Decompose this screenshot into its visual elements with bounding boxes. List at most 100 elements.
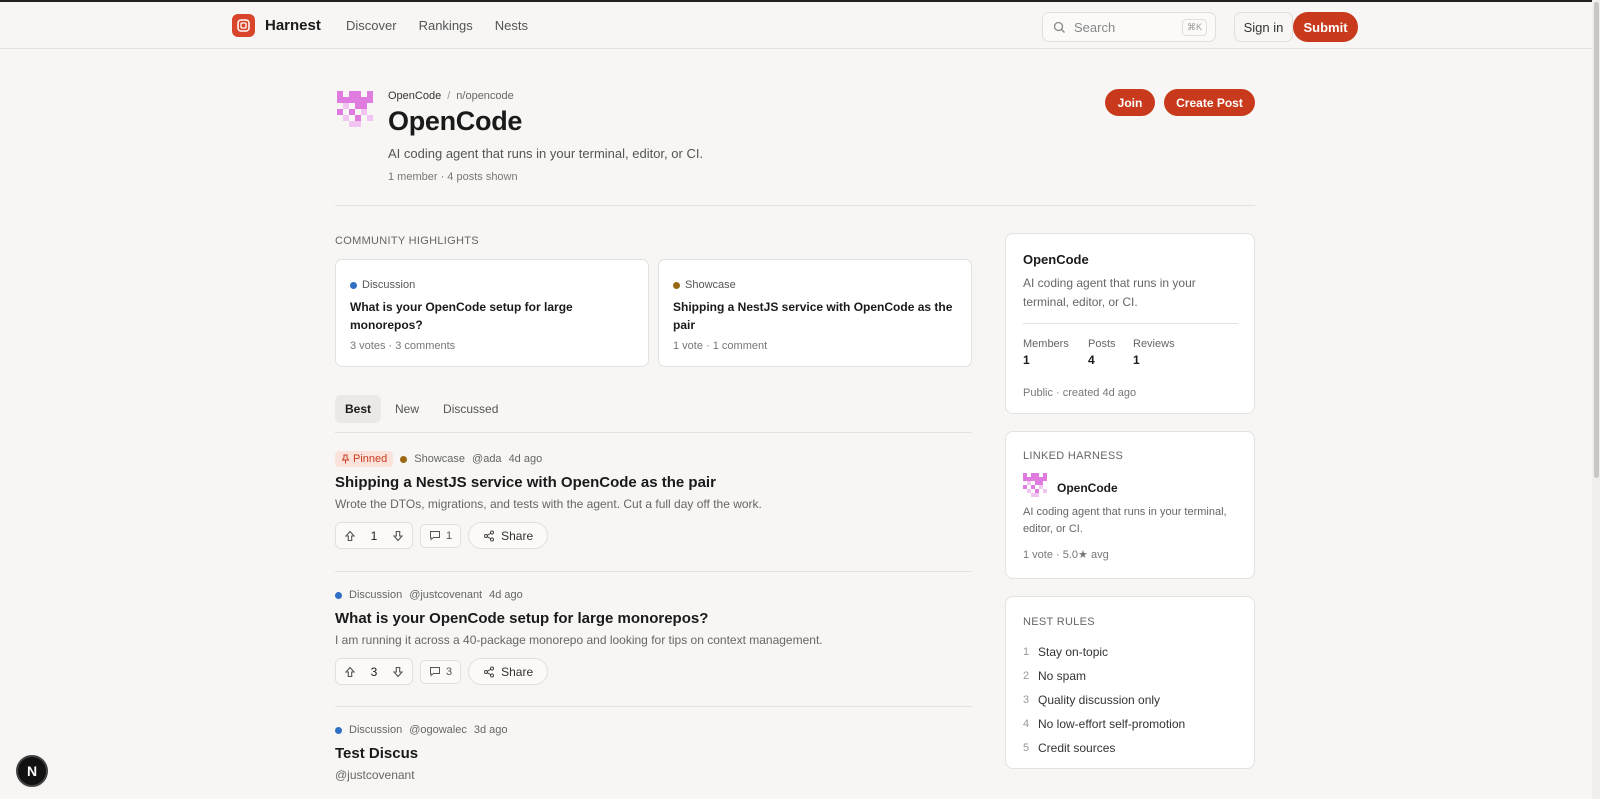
- share-icon: [483, 530, 495, 542]
- highlights-heading: COMMUNITY HIGHLIGHTS: [335, 235, 479, 247]
- category-dot-icon: [350, 281, 357, 289]
- sign-in-button[interactable]: Sign in: [1234, 12, 1293, 42]
- brand-name: Harnest: [265, 17, 321, 34]
- rules-heading: NEST RULES: [1023, 616, 1095, 628]
- join-button[interactable]: Join: [1105, 89, 1155, 116]
- linked-heading: LINKED HARNESS: [1023, 450, 1124, 462]
- nav-rankings[interactable]: Rankings: [419, 18, 473, 33]
- highlight-card[interactable]: Discussion What is your OpenCode setup f…: [335, 259, 649, 367]
- dev-tools-badge[interactable]: N: [16, 755, 48, 787]
- post-item: Pinned Showcase @ada 4d ago Shipping a N…: [335, 450, 972, 549]
- post-category[interactable]: Discussion: [349, 589, 402, 601]
- breadcrumb: OpenCode / n/opencode: [388, 90, 514, 102]
- linked-harness-link[interactable]: OpenCode: [1023, 473, 1118, 502]
- rules-list: 1 Stay on-topic 2 No spam 3 Quality discuss…: [1023, 640, 1185, 760]
- breadcrumb-nest[interactable]: OpenCode: [388, 90, 441, 102]
- category-dot-icon: [335, 591, 342, 599]
- post-excerpt: @justcovenant: [335, 768, 415, 782]
- rule-item: 2 No spam: [1023, 669, 1087, 683]
- search-placeholder: Search: [1074, 19, 1116, 35]
- category-dot-icon: [335, 726, 342, 734]
- vote-count: 3: [370, 664, 378, 679]
- divider: [335, 432, 972, 433]
- divider: [1023, 323, 1238, 324]
- page-title: OpenCode: [388, 106, 523, 136]
- vote-count: 1: [370, 528, 378, 543]
- about-description: AI coding agent that runs in your termin…: [1023, 276, 1196, 309]
- downvote-icon[interactable]: [392, 666, 404, 678]
- linked-harness-card: LINKED HARNESS OpenCode AI coding agent …: [1005, 431, 1255, 579]
- highlight-title[interactable]: What is your OpenCode setup for large mo…: [350, 299, 630, 334]
- post-category[interactable]: Showcase: [414, 453, 465, 465]
- highlight-title[interactable]: Shipping a NestJS service with OpenCode …: [673, 299, 953, 334]
- breadcrumb-slug: n/opencode: [456, 90, 514, 102]
- scrollbar-thumb[interactable]: [1594, 2, 1599, 478]
- highlight-card[interactable]: Showcase Shipping a NestJS service with …: [658, 259, 972, 367]
- pinned-badge: Pinned: [335, 451, 394, 467]
- vote-control: 1: [335, 522, 413, 549]
- search-input[interactable]: Search ⌘K: [1042, 12, 1216, 42]
- post-time: 4d ago: [489, 589, 523, 601]
- highlight-category: Showcase: [673, 279, 736, 291]
- tab-best[interactable]: Best: [335, 395, 382, 423]
- highlight-stats: 3 votes · 3 comments: [350, 340, 456, 352]
- post-excerpt: I am running it across a 40-package mono…: [335, 633, 823, 647]
- highlight-category: Discussion: [350, 279, 415, 291]
- about-card: OpenCode AI coding agent that runs in yo…: [1005, 233, 1255, 414]
- post-item: Discussion @ogowalec 3d ago Test Discus …: [335, 721, 972, 782]
- post-author[interactable]: @justcovenant: [409, 589, 482, 601]
- pin-icon: [341, 454, 350, 464]
- nav-nests[interactable]: Nests: [495, 18, 528, 33]
- tab-discussed[interactable]: Discussed: [433, 395, 508, 423]
- upvote-icon[interactable]: [344, 666, 356, 678]
- post-excerpt: Wrote the DTOs, migrations, and tests wi…: [335, 497, 762, 511]
- post-title[interactable]: Shipping a NestJS service with OpenCode …: [335, 474, 972, 491]
- share-icon: [483, 666, 495, 678]
- upvote-icon[interactable]: [344, 530, 356, 542]
- post-item: Discussion @justcovenant 4d ago What is …: [335, 586, 972, 685]
- share-button[interactable]: Share: [468, 522, 549, 549]
- submit-button[interactable]: Submit: [1293, 12, 1358, 42]
- divider: [335, 205, 1255, 206]
- post-title[interactable]: Test Discus: [335, 745, 972, 762]
- search-icon: [1053, 21, 1066, 34]
- nest-avatar-icon: [337, 91, 373, 132]
- brand-link[interactable]: Harnest: [232, 14, 321, 37]
- rule-item: 3 Quality discussion only: [1023, 693, 1161, 707]
- linked-stats: 1 vote · 5.0★ avg: [1023, 549, 1109, 561]
- rules-card: NEST RULES 1 Stay on-topic 2 No spam 3 Qual…: [1005, 596, 1255, 769]
- vote-control: 3: [335, 658, 413, 685]
- main-nav: Discover Rankings Nests: [346, 18, 528, 33]
- harness-avatar-icon: [1023, 473, 1047, 502]
- post-category[interactable]: Discussion: [349, 724, 402, 736]
- stat-posts: Posts 4: [1088, 338, 1116, 367]
- stat-members: Members 1: [1023, 338, 1069, 367]
- rule-item: 1 Stay on-topic: [1023, 645, 1109, 659]
- post-title[interactable]: What is your OpenCode setup for large mo…: [335, 610, 972, 627]
- rule-item: 5 Credit sources: [1023, 741, 1116, 755]
- nest-description: AI coding agent that runs in your termin…: [388, 146, 704, 161]
- sort-tabs: Best New Discussed: [335, 395, 508, 423]
- rule-item: 4 No low-effort self-promotion: [1023, 717, 1186, 731]
- post-author[interactable]: @ada: [472, 453, 502, 465]
- nav-discover[interactable]: Discover: [346, 18, 397, 33]
- post-time: 3d ago: [473, 724, 508, 736]
- post-time: 4d ago: [508, 453, 543, 465]
- post-author[interactable]: @ogowalec: [409, 724, 467, 736]
- share-button[interactable]: Share: [468, 658, 549, 685]
- about-title: OpenCode: [1023, 252, 1089, 267]
- divider: [335, 706, 972, 707]
- comments-button[interactable]: 3: [420, 659, 462, 684]
- highlight-stats: 1 vote · 1 comment: [673, 340, 768, 352]
- search-shortcut: ⌘K: [1181, 18, 1207, 36]
- create-post-button[interactable]: Create Post: [1164, 89, 1255, 116]
- divider: [335, 571, 972, 572]
- category-dot-icon: [400, 455, 408, 463]
- comment-icon: [429, 666, 441, 677]
- downvote-icon[interactable]: [392, 530, 404, 542]
- comment-icon: [429, 530, 441, 541]
- tab-new[interactable]: New: [385, 395, 429, 423]
- harnest-logo-icon: [232, 14, 255, 37]
- comments-button[interactable]: 1: [420, 523, 462, 548]
- category-dot-icon: [673, 281, 680, 289]
